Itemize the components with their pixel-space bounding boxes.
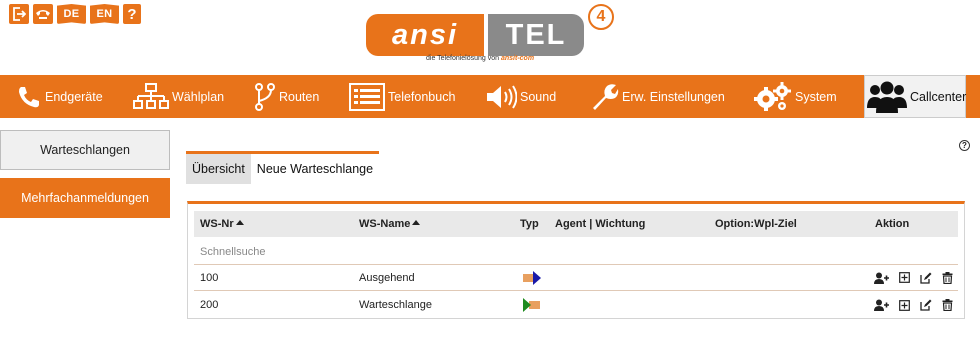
hangup-icon[interactable]: [33, 4, 53, 24]
column-header-typ: Typ: [520, 218, 539, 230]
assign-agent-icon[interactable]: [874, 272, 889, 284]
table-row: 200 Warteschlange: [194, 292, 958, 318]
ws-name-cell: Ausgehend: [359, 271, 415, 284]
nav-label: Erw. Einstellungen: [622, 89, 725, 104]
nav-item-routen[interactable]: Routen: [254, 75, 349, 118]
nav-item-sound[interactable]: Sound: [485, 75, 589, 118]
nav-label: Endgeräte: [45, 89, 103, 104]
logo-tagline: die Telefonielösung von ansit-com: [426, 55, 534, 62]
edit-icon[interactable]: [920, 272, 932, 284]
list-icon: [349, 82, 385, 111]
language-en-button[interactable]: EN: [90, 4, 119, 24]
assign-agent-icon[interactable]: [874, 299, 889, 311]
ws-nr-cell: 100: [200, 271, 219, 284]
row-actions: [874, 265, 953, 290]
logout-icon[interactable]: [9, 4, 29, 24]
nav-label: System: [795, 89, 837, 104]
main-nav: Endgeräte Wählplan Routen Telefonbuch So…: [0, 75, 980, 118]
logo-version-badge: 4: [588, 4, 614, 30]
phone-icon: [16, 84, 42, 110]
sort-asc-icon: [412, 219, 421, 225]
add-icon[interactable]: [899, 272, 910, 283]
sort-asc-icon: [235, 219, 244, 225]
ws-name-cell: Warteschlange: [359, 299, 432, 311]
route-icon: [254, 82, 276, 111]
nav-label: Telefonbuch: [388, 89, 456, 104]
queue-table: WS-Nr WS-Name Typ Agent | Wichtung Optio…: [187, 201, 965, 319]
sidebar-item-mehrfachanmeldungen[interactable]: Mehrfachanmeldungen: [0, 178, 170, 218]
column-header-ws-name[interactable]: WS-Name: [359, 211, 421, 237]
nav-item-erw-einstellungen[interactable]: Erw. Einstellungen: [589, 75, 754, 118]
logo-right-part: TEL: [488, 14, 584, 56]
nav-label: Wählplan: [172, 89, 225, 104]
speaker-icon: [485, 83, 517, 111]
sidebar-item-warteschlangen[interactable]: Warteschlangen: [0, 130, 170, 170]
add-icon[interactable]: [899, 299, 910, 311]
column-header-label: WS-Nr: [200, 218, 234, 230]
nav-item-waehlplan[interactable]: Wählplan: [133, 75, 254, 118]
incoming-type-icon: [523, 292, 541, 318]
tab-uebersicht[interactable]: Übersicht: [186, 154, 251, 184]
top-toolbar: DE EN ?: [9, 4, 141, 24]
column-header-option-wpl-ziel: Option:Wpl-Ziel: [715, 218, 797, 230]
nav-item-system[interactable]: System: [754, 75, 864, 118]
quick-search-row[interactable]: Schnellsuche: [194, 239, 958, 265]
nav-label: Sound: [520, 89, 557, 104]
nav-label: Callcenter: [910, 89, 967, 104]
delete-icon[interactable]: [942, 299, 953, 311]
gears-icon: [754, 81, 792, 113]
logo-tagline-brand: ansit-com: [501, 55, 535, 62]
table-row: 100 Ausgehend: [194, 265, 958, 291]
delete-icon[interactable]: [942, 271, 953, 284]
nav-item-endgeraete[interactable]: Endgeräte: [0, 75, 133, 118]
nav-item-callcenter[interactable]: Callcenter: [864, 75, 966, 118]
logo-tagline-text: die Telefonielösung von: [426, 55, 500, 62]
help-button[interactable]: ?: [123, 4, 141, 24]
language-de-button[interactable]: DE: [57, 4, 86, 24]
edit-icon[interactable]: [920, 299, 932, 311]
tab-bar: Übersicht Neue Warteschlange: [186, 151, 380, 184]
help-icon[interactable]: ?: [959, 140, 970, 151]
nav-label: Routen: [279, 89, 320, 104]
tab-neue-warteschlange[interactable]: Neue Warteschlange: [251, 154, 379, 184]
logo-left-part: ansi: [366, 14, 484, 56]
ws-nr-cell: 200: [200, 299, 219, 311]
nav-item-telefonbuch[interactable]: Telefonbuch: [349, 75, 485, 118]
column-header-agent-wichtung: Agent | Wichtung: [555, 218, 646, 230]
table-header: WS-Nr WS-Name Typ Agent | Wichtung Optio…: [194, 211, 958, 237]
ansitel-logo: ansi TEL 4 die Telefonielösung von ansit…: [366, 4, 616, 70]
wrench-icon: [589, 82, 619, 112]
sitemap-icon: [133, 82, 169, 112]
column-header-ws-nr[interactable]: WS-Nr: [200, 211, 244, 237]
outgoing-type-icon: [523, 265, 541, 290]
column-header-label: WS-Name: [359, 218, 411, 230]
column-header-aktion: Aktion: [875, 218, 910, 230]
quick-search-input[interactable]: Schnellsuche: [200, 239, 265, 264]
users-icon: [867, 80, 907, 114]
row-actions: [874, 292, 953, 318]
